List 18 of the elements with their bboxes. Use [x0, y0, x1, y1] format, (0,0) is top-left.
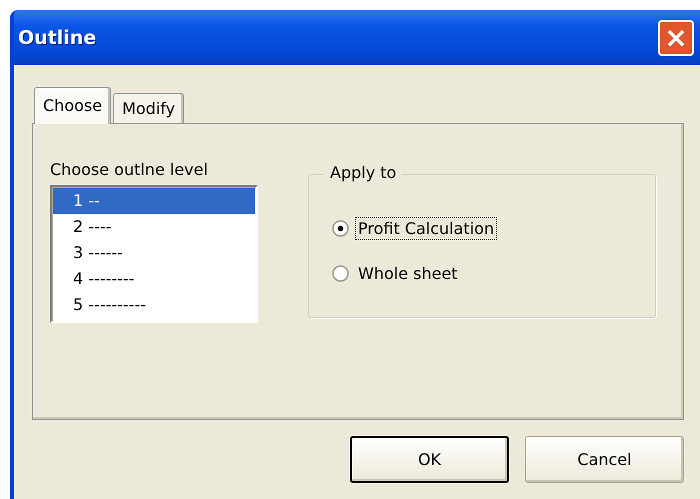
- tab[interactable]: Modify: [113, 93, 184, 123]
- radio-label[interactable]: Profit Calculation: [355, 217, 498, 240]
- radio-button[interactable]: [332, 265, 349, 282]
- list-item[interactable]: 5 ----------: [53, 292, 255, 318]
- list-item[interactable]: 1 --: [53, 188, 255, 214]
- radio-label[interactable]: Whole sheet: [355, 262, 461, 285]
- dialog-button[interactable]: OK: [350, 436, 509, 483]
- dialog-button[interactable]: Cancel: [525, 436, 684, 483]
- window-title: Outline: [18, 26, 96, 48]
- close-button[interactable]: ×: [658, 20, 694, 56]
- list-item[interactable]: 2 ----: [53, 214, 255, 240]
- list-item[interactable]: 3 ------: [53, 240, 255, 266]
- level-list[interactable]: 1 -- 2 ---- 3 ------ 4 -------- 5 ----------: [50, 185, 258, 323]
- list-label: Choose outlne level: [50, 160, 209, 179]
- list-item[interactable]: 4 --------: [53, 266, 255, 292]
- group-title: Apply to: [324, 163, 402, 182]
- tab[interactable]: Choose: [34, 87, 112, 124]
- radio-button[interactable]: [332, 220, 349, 237]
